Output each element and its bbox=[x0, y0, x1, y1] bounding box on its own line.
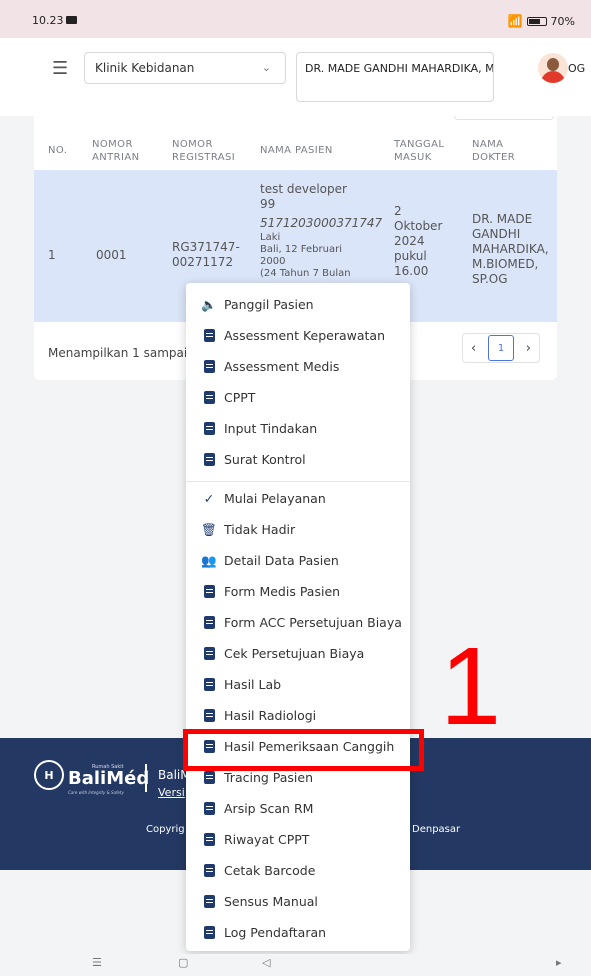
document-icon bbox=[202, 329, 216, 343]
menu-item-hasil-lab[interactable]: Hasil Lab bbox=[186, 669, 410, 700]
menu-item-assessment-medis[interactable]: Assessment Medis bbox=[186, 351, 410, 382]
header-nama-pasien: NAMA PASIEN bbox=[260, 145, 333, 156]
menu-item-cppt[interactable]: CPPT bbox=[186, 382, 410, 413]
action-menu: 🔈 Panggil Pasien Assessment Keperawatan A… bbox=[186, 283, 410, 951]
hamburger-menu-icon[interactable]: ☰ bbox=[52, 58, 68, 79]
trash-icon: 🗑 bbox=[201, 521, 217, 537]
status-bar: 10.23 📶 70% bbox=[0, 0, 591, 38]
header-nama-dokter: NAMA DOKTER bbox=[472, 139, 516, 163]
document-icon bbox=[202, 678, 216, 692]
balimed-logo: H bbox=[34, 760, 64, 790]
menu-item-assessment-keperawatan[interactable]: Assessment Keperawatan bbox=[186, 320, 410, 351]
header-no: NO. bbox=[48, 145, 68, 156]
menu-item-riwayat-cppt[interactable]: Riwayat CPPT bbox=[186, 824, 410, 855]
menu-item-panggil-pasien[interactable]: 🔈 Panggil Pasien bbox=[186, 289, 410, 320]
doctor-select-value: DR. MADE GANDHI MAHARDIKA, M.BIOMED bbox=[305, 62, 494, 75]
menu-item-form-medis-pasien[interactable]: Form Medis Pasien bbox=[186, 576, 410, 607]
menu-item-surat-kontrol[interactable]: Surat Kontrol bbox=[186, 444, 410, 475]
menu-item-arsip-scan-rm[interactable]: Arsip Scan RM bbox=[186, 793, 410, 824]
back-icon[interactable]: ◁ bbox=[262, 956, 270, 969]
document-icon bbox=[202, 833, 216, 847]
prev-page-icon[interactable]: ‹ bbox=[471, 341, 476, 356]
document-icon bbox=[202, 647, 216, 661]
document-icon bbox=[202, 453, 216, 467]
logo-tagline: Care with Integrity & Safety bbox=[68, 790, 124, 795]
home-icon[interactable]: ▢ bbox=[178, 956, 188, 969]
logo-name: BaliMéd bbox=[68, 768, 150, 789]
menu-item-detail-data-pasien[interactable]: 👥 Detail Data Pasien bbox=[186, 545, 410, 576]
document-icon bbox=[202, 360, 216, 374]
document-icon bbox=[202, 585, 216, 599]
doctor-name-suffix: OG bbox=[568, 62, 586, 75]
footer-version-link[interactable]: Versi bbox=[158, 786, 185, 799]
menu-item-hasil-radiologi[interactable]: Hasil Radiologi bbox=[186, 700, 410, 731]
header-nomor-antrian: NOMOR ANTRIAN bbox=[92, 139, 140, 163]
document-icon bbox=[202, 895, 216, 909]
cell-tanggal-masuk: 2 Oktober 2024 pukul 16.00 bbox=[394, 204, 443, 278]
battery-percent: 70% bbox=[550, 14, 575, 28]
menu-item-cek-persetujuan-biaya[interactable]: Cek Persetujuan Biaya bbox=[186, 638, 410, 669]
header-tanggal-masuk: TANGGAL MASUK bbox=[394, 139, 445, 163]
menu-item-log-pendaftaran[interactable]: Log Pendaftaran bbox=[186, 917, 410, 948]
users-icon: 👥 bbox=[201, 552, 217, 568]
document-icon bbox=[202, 616, 216, 630]
notification-icon bbox=[66, 16, 77, 24]
clinic-select[interactable]: Klinik Kebidanan ⌄ bbox=[84, 52, 286, 84]
speaker-icon: 🔈 bbox=[201, 296, 217, 312]
battery-icon bbox=[526, 16, 547, 26]
pagination-info: Menampilkan 1 sampai bbox=[48, 346, 188, 360]
cell-no: 1 bbox=[48, 248, 56, 262]
cell-nik: 5171203000371747 bbox=[260, 216, 383, 230]
header-nomor-registrasi: NOMOR REGISTRASI bbox=[172, 139, 236, 163]
cell-nama-dokter: DR. MADE GANDHI MAHARDIKA, M.BIOMED, SP.… bbox=[472, 212, 549, 286]
document-icon bbox=[202, 864, 216, 878]
document-icon bbox=[202, 926, 216, 940]
menu-item-tidak-hadir[interactable]: 🗑 Tidak Hadir bbox=[186, 514, 410, 545]
document-icon bbox=[202, 771, 216, 785]
annotation-number: 1 bbox=[440, 625, 502, 748]
annotation-highlight-box bbox=[183, 729, 424, 771]
menu-item-input-tindakan[interactable]: Input Tindakan bbox=[186, 413, 410, 444]
top-bar: ☰ Klinik Kebidanan ⌄ DR. MADE GANDHI MAH… bbox=[0, 38, 591, 116]
doctor-select[interactable]: DR. MADE GANDHI MAHARDIKA, M.BIOMED bbox=[296, 52, 494, 102]
android-nav-bar: ☰ ▢ ◁ ▸ bbox=[0, 954, 591, 976]
cell-ttl: Bali, 12 Februari 2000 bbox=[260, 244, 342, 267]
clinic-select-value: Klinik Kebidanan bbox=[95, 61, 195, 75]
document-icon bbox=[202, 802, 216, 816]
menu-item-form-acc-persetujuan-biaya[interactable]: Form ACC Persetujuan Biaya bbox=[186, 607, 410, 638]
footer-location: Denpasar bbox=[412, 824, 461, 835]
document-icon bbox=[202, 709, 216, 723]
page-button[interactable]: 1 bbox=[488, 335, 514, 361]
status-time: 10.23 bbox=[32, 14, 64, 27]
menu-divider bbox=[186, 481, 410, 482]
recents-icon[interactable]: ☰ bbox=[92, 956, 102, 969]
cell-nama-pasien: test developer 99 bbox=[260, 182, 347, 211]
document-icon bbox=[202, 422, 216, 436]
menu-item-sensus-manual[interactable]: Sensus Manual bbox=[186, 886, 410, 917]
cell-nomor-registrasi: RG371747-00271172 bbox=[172, 240, 240, 269]
cell-gender: Laki bbox=[260, 232, 281, 243]
cell-nomor-antrian: 0001 bbox=[96, 248, 127, 262]
wifi-icon: 📶 bbox=[507, 14, 523, 28]
pagination: ‹ 1 › bbox=[462, 333, 540, 363]
table-header: NO. NOMOR ANTRIAN NOMOR REGISTRASI NAMA … bbox=[34, 130, 557, 172]
next-page-icon[interactable]: › bbox=[526, 341, 531, 356]
cell-umur: (24 Tahun 7 Bulan bbox=[260, 268, 351, 279]
menu-item-cetak-barcode[interactable]: Cetak Barcode bbox=[186, 855, 410, 886]
nav-extra-icon[interactable]: ▸ bbox=[556, 956, 562, 969]
footer-copyright: Copyrig bbox=[146, 824, 185, 835]
menu-item-mulai-pelayanan[interactable]: ✓ Mulai Pelayanan bbox=[186, 483, 410, 514]
avatar[interactable] bbox=[538, 53, 568, 83]
chevron-down-icon: ⌄ bbox=[261, 61, 271, 74]
check-icon: ✓ bbox=[203, 491, 215, 506]
document-icon bbox=[202, 391, 216, 405]
